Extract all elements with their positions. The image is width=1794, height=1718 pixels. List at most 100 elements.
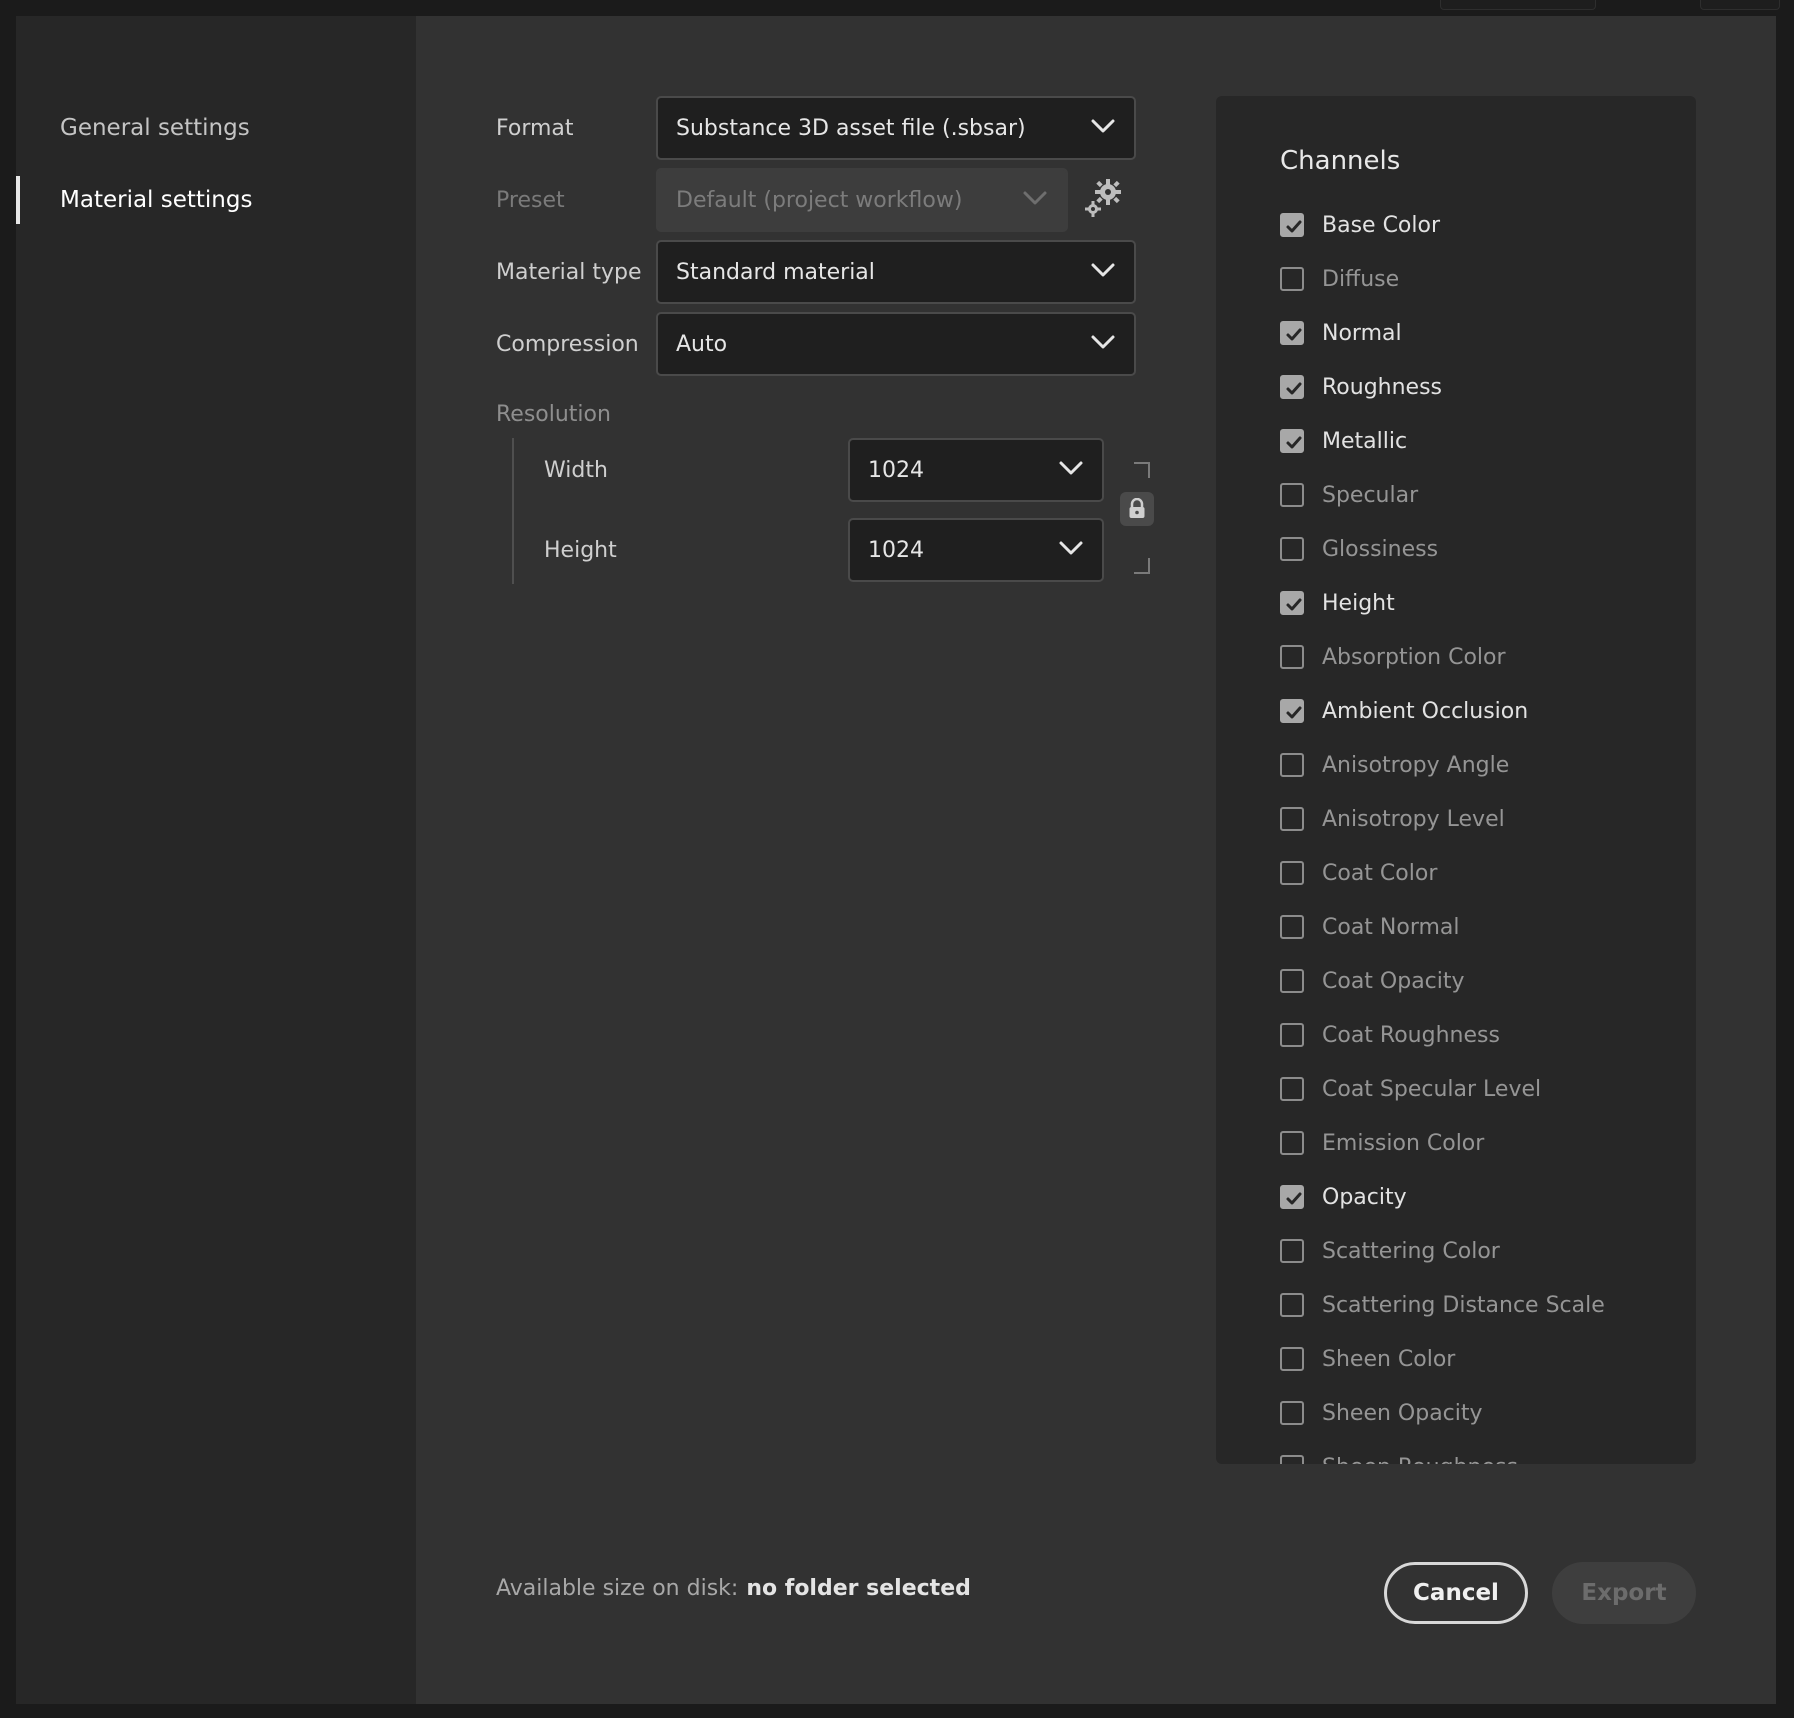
sidebar-item-general-settings[interactable]: General settings	[16, 104, 416, 152]
channel-item[interactable]: Roughness	[1280, 360, 1680, 414]
channel-item[interactable]: Sheen Roughness	[1280, 1440, 1680, 1464]
channel-label: Sheen Roughness	[1322, 1455, 1518, 1465]
checkbox[interactable]	[1280, 1455, 1304, 1464]
channel-item[interactable]: Coat Color	[1280, 846, 1680, 900]
height-label: Height	[544, 538, 617, 563]
checkbox[interactable]	[1280, 753, 1304, 777]
compression-dropdown[interactable]: Auto	[656, 312, 1136, 376]
chevron-down-icon	[1059, 541, 1083, 555]
channel-item[interactable]: Base Color	[1280, 198, 1680, 252]
export-button[interactable]: Export	[1552, 1562, 1696, 1624]
channels-panel[interactable]: Channels Base Color Diffuse Normal Roughnes…	[1216, 96, 1696, 1464]
channel-label: Coat Color	[1322, 860, 1438, 886]
chevron-down-icon	[1091, 119, 1115, 133]
chevron-down-icon	[1091, 263, 1115, 277]
channel-label: Coat Normal	[1322, 914, 1460, 940]
chevron-down-icon	[1091, 335, 1115, 349]
background-tab	[1700, 0, 1780, 10]
sidebar-item-label: General settings	[60, 115, 250, 141]
checkbox[interactable]	[1280, 591, 1304, 615]
channel-item[interactable]: Scattering Color	[1280, 1224, 1680, 1278]
checkbox[interactable]	[1280, 1185, 1304, 1209]
checkbox[interactable]	[1280, 807, 1304, 831]
checkbox[interactable]	[1280, 429, 1304, 453]
channel-item[interactable]: Normal	[1280, 306, 1680, 360]
channel-label: Sheen Color	[1322, 1346, 1456, 1372]
settings-sidebar: General settings Material settings	[16, 16, 416, 1704]
channel-label: Anisotropy Angle	[1322, 752, 1510, 778]
checkbox[interactable]	[1280, 915, 1304, 939]
channel-item[interactable]: Opacity	[1280, 1170, 1680, 1224]
channel-item[interactable]: Coat Normal	[1280, 900, 1680, 954]
lock-bracket-bottom	[1134, 558, 1150, 574]
checkbox[interactable]	[1280, 1131, 1304, 1155]
channel-item[interactable]: Diffuse	[1280, 252, 1680, 306]
channel-label: Specular	[1322, 482, 1419, 508]
channel-item[interactable]: Coat Specular Level	[1280, 1062, 1680, 1116]
checkmark-icon	[1286, 436, 1302, 449]
channel-item[interactable]: Specular	[1280, 468, 1680, 522]
format-label: Format	[496, 116, 574, 141]
channel-item[interactable]: Scattering Distance Scale	[1280, 1278, 1680, 1332]
height-value: 1024	[868, 537, 924, 563]
export-button-label: Export	[1581, 1580, 1667, 1606]
channel-label: Sheen Opacity	[1322, 1400, 1483, 1426]
gear-icon[interactable]	[1082, 176, 1126, 220]
checkbox[interactable]	[1280, 483, 1304, 507]
checkbox[interactable]	[1280, 213, 1304, 237]
background-tab	[1440, 0, 1596, 10]
height-dropdown[interactable]: 1024	[848, 518, 1104, 582]
channel-item[interactable]: Emission Color	[1280, 1116, 1680, 1170]
preset-dropdown[interactable]: Default (project workflow)	[656, 168, 1068, 232]
checkbox[interactable]	[1280, 375, 1304, 399]
cancel-button[interactable]: Cancel	[1384, 1562, 1528, 1624]
checkbox[interactable]	[1280, 1347, 1304, 1371]
channel-label: Emission Color	[1322, 1130, 1485, 1156]
checkbox[interactable]	[1280, 969, 1304, 993]
checkbox[interactable]	[1280, 1293, 1304, 1317]
checkmark-icon	[1286, 328, 1302, 341]
checkbox[interactable]	[1280, 699, 1304, 723]
channel-item[interactable]: Anisotropy Level	[1280, 792, 1680, 846]
resolution-group-line	[512, 438, 514, 584]
active-indicator	[16, 176, 20, 224]
format-dropdown[interactable]: Substance 3D asset file (.sbsar)	[656, 96, 1136, 160]
channel-item[interactable]: Metallic	[1280, 414, 1680, 468]
channel-label: Coat Specular Level	[1322, 1076, 1542, 1102]
disk-info-label: Available size on disk:	[496, 1576, 739, 1601]
checkbox[interactable]	[1280, 645, 1304, 669]
sidebar-item-material-settings[interactable]: Material settings	[16, 176, 416, 224]
width-dropdown[interactable]: 1024	[848, 438, 1104, 502]
resolution-lock-button[interactable]	[1120, 492, 1154, 526]
channel-item[interactable]: Anisotropy Angle	[1280, 738, 1680, 792]
checkbox[interactable]	[1280, 1023, 1304, 1047]
channel-label: Anisotropy Level	[1322, 806, 1505, 832]
checkmark-icon	[1286, 220, 1302, 233]
channel-label: Coat Roughness	[1322, 1022, 1500, 1048]
checkbox[interactable]	[1280, 537, 1304, 561]
channel-item[interactable]: Coat Roughness	[1280, 1008, 1680, 1062]
channel-item[interactable]: Ambient Occlusion	[1280, 684, 1680, 738]
channel-label: Opacity	[1322, 1184, 1407, 1210]
checkbox[interactable]	[1280, 267, 1304, 291]
channel-item[interactable]: Glossiness	[1280, 522, 1680, 576]
channel-item[interactable]: Sheen Opacity	[1280, 1386, 1680, 1440]
channel-label: Scattering Distance Scale	[1322, 1292, 1605, 1318]
material-type-dropdown[interactable]: Standard material	[656, 240, 1136, 304]
channel-item[interactable]: Absorption Color	[1280, 630, 1680, 684]
checkbox[interactable]	[1280, 1401, 1304, 1425]
preset-label: Preset	[496, 188, 565, 213]
disk-info-value: no folder selected	[746, 1576, 971, 1601]
chevron-down-icon	[1023, 191, 1047, 205]
channel-item[interactable]: Sheen Color	[1280, 1332, 1680, 1386]
channel-item[interactable]: Coat Opacity	[1280, 954, 1680, 1008]
checkbox[interactable]	[1280, 321, 1304, 345]
format-value: Substance 3D asset file (.sbsar)	[676, 115, 1026, 141]
checkbox[interactable]	[1280, 861, 1304, 885]
checkbox[interactable]	[1280, 1239, 1304, 1263]
channel-item[interactable]: Height	[1280, 576, 1680, 630]
title-bar-strip	[0, 0, 1794, 16]
checkbox[interactable]	[1280, 1077, 1304, 1101]
checkmark-icon	[1286, 382, 1302, 395]
sidebar-item-label: Material settings	[60, 187, 253, 213]
